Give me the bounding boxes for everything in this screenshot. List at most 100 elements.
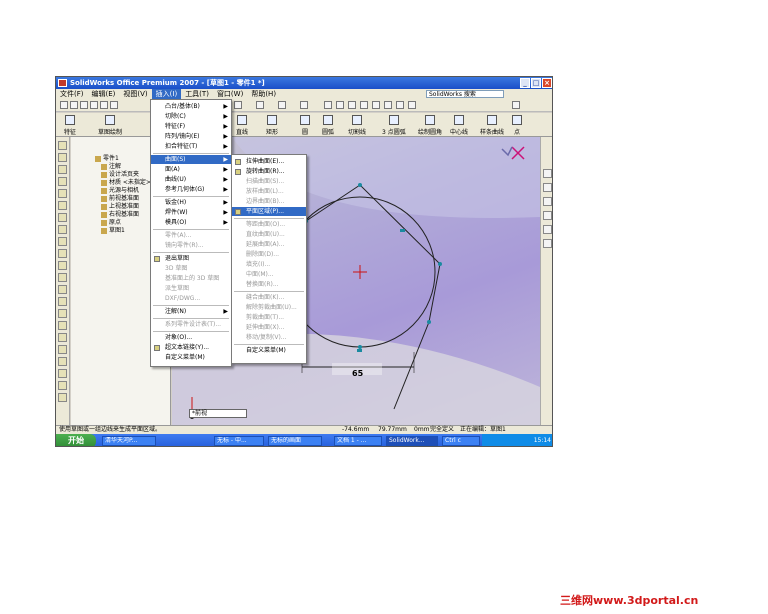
menu-item[interactable]: 平面区域(P)...	[232, 207, 306, 216]
tool-icon[interactable]	[58, 345, 67, 354]
tool-icon[interactable]	[58, 369, 67, 378]
close-button[interactable]: ×	[542, 78, 552, 88]
menu-item[interactable]: 阵列/镜向(E) ▶	[151, 132, 231, 141]
view-orientation-icon[interactable]	[300, 101, 308, 109]
menu-view[interactable]: 视图(V)	[119, 89, 151, 99]
rotate-icon[interactable]	[360, 101, 368, 109]
menu-insert[interactable]: 插入(I)	[151, 89, 182, 99]
tool-icon[interactable]	[58, 333, 67, 342]
menu-item[interactable]: 参考几何体(G) ▶	[151, 185, 231, 194]
resources-icon[interactable]	[543, 169, 552, 178]
circle-button[interactable]: 圆	[300, 115, 310, 136]
dimension-label[interactable]: 65	[352, 369, 363, 378]
tool-icon[interactable]	[58, 213, 67, 222]
undo-icon[interactable]	[100, 101, 108, 109]
taskbar-item[interactable]: 无标 - 中...	[214, 436, 264, 446]
sketch-tab[interactable]: 草图绘制	[98, 115, 122, 136]
section-icon[interactable]	[384, 101, 392, 109]
zoom-in-icon[interactable]	[348, 101, 356, 109]
view-orientation-select[interactable]: *前视	[189, 409, 247, 418]
three-point-arc-button[interactable]: 3 点圆弧	[382, 115, 406, 136]
menu-item[interactable]: 模具(O) ▶	[151, 218, 231, 227]
menu-item[interactable]: 延展曲面(A)...	[232, 240, 306, 249]
tool-icon[interactable]	[58, 141, 67, 150]
menu-item[interactable]: 对象(O)...	[151, 333, 231, 342]
menu-item[interactable]: 切除(C) ▶	[151, 112, 231, 121]
menu-item[interactable]: 扣合特征(T) ▶	[151, 142, 231, 151]
menu-item[interactable]: 3D 草图	[151, 264, 231, 273]
menu-item[interactable]: 镜向零件(R)...	[151, 241, 231, 250]
file-explorer-icon[interactable]	[543, 197, 552, 206]
menu-item[interactable]: 删除面(D)...	[232, 250, 306, 259]
point-button[interactable]: 点	[512, 115, 522, 136]
print-icon[interactable]	[90, 101, 98, 109]
menu-item[interactable]: 旋转曲面(R)...	[232, 167, 306, 176]
rebuild-icon[interactable]	[256, 101, 264, 109]
menu-window[interactable]: 窗口(W)	[213, 89, 247, 99]
redo-icon[interactable]	[110, 101, 118, 109]
minimize-button[interactable]: _	[520, 78, 530, 88]
menu-item[interactable]: 替换面(R)...	[232, 280, 306, 289]
menu-item[interactable]: 特征(F) ▶	[151, 122, 231, 131]
menu-item[interactable]: 移动/复制(V)...	[232, 333, 306, 342]
taskbar-item[interactable]: 清华天河P...	[102, 436, 156, 446]
tree-item[interactable]: 零件1	[95, 155, 119, 163]
options-icon[interactable]	[278, 101, 286, 109]
menu-item[interactable]: 基准面上的 3D 草图	[151, 274, 231, 283]
tool-icon[interactable]	[58, 177, 67, 186]
pan-icon[interactable]	[372, 101, 380, 109]
tree-item[interactable]: 材质 <未指定>	[101, 179, 151, 187]
tool-icon[interactable]	[58, 153, 67, 162]
menu-item[interactable]: 中面(M)...	[232, 270, 306, 279]
centerline-button[interactable]: 中心线	[450, 115, 468, 136]
wireframe-icon[interactable]	[408, 101, 416, 109]
tool-icon[interactable]	[58, 357, 67, 366]
rectangle-button[interactable]: 矩形	[266, 115, 278, 136]
tool-icon[interactable]	[58, 309, 67, 318]
menu-edit[interactable]: 编辑(E)	[88, 89, 120, 99]
tool-icon[interactable]	[58, 225, 67, 234]
menu-item[interactable]: 填充(I)...	[232, 260, 306, 269]
menu-item[interactable]: 超文本链接(Y)...	[151, 343, 231, 352]
menu-item[interactable]: 曲面(S) ▶	[151, 155, 231, 164]
zoom-fit-icon[interactable]	[324, 101, 332, 109]
line-button[interactable]: 直线	[236, 115, 248, 136]
menu-tools[interactable]: 工具(T)	[181, 89, 213, 99]
start-button[interactable]: 开始	[56, 434, 96, 446]
taskbar-item[interactable]: Ctrl c	[442, 436, 480, 446]
save-icon[interactable]	[80, 101, 88, 109]
menu-item[interactable]: 解除剪裁曲面(U)...	[232, 303, 306, 312]
menu-item[interactable]: 零件(A)...	[151, 231, 231, 240]
spline-button[interactable]: 样条曲线	[480, 115, 504, 136]
menu-item[interactable]: 剪裁曲面(T)...	[232, 313, 306, 322]
menu-item[interactable]: 曲线(U) ▶	[151, 175, 231, 184]
menu-item[interactable]: 缝合曲面(K)...	[232, 293, 306, 302]
tool-icon[interactable]	[58, 381, 67, 390]
new-icon[interactable]	[60, 101, 68, 109]
menu-item[interactable]: 扫描曲面(S)...	[232, 177, 306, 186]
tree-item[interactable]: 上视基准面	[101, 203, 139, 211]
tool-icon[interactable]	[58, 321, 67, 330]
menu-item[interactable]: 面(A) ▶	[151, 165, 231, 174]
tree-item[interactable]: 前视基准面	[101, 195, 139, 203]
menu-item[interactable]: 边界曲面(B)...	[232, 197, 306, 206]
tree-item[interactable]: 光源与相机	[101, 187, 139, 195]
taskbar-item[interactable]: 文档 1 - ...	[334, 436, 382, 446]
shaded-icon[interactable]	[396, 101, 404, 109]
arc-button[interactable]: 圆弧	[322, 115, 334, 136]
tree-item[interactable]: 右视基准面	[101, 211, 139, 219]
menu-item[interactable]: 拉伸曲面(E)...	[232, 157, 306, 166]
tree-item[interactable]: 原点	[101, 219, 121, 227]
feature-tab[interactable]: 特征	[64, 115, 76, 136]
tool-icon[interactable]	[58, 273, 67, 282]
tool-icon[interactable]	[58, 189, 67, 198]
tree-item[interactable]: 草图1	[101, 227, 125, 235]
tool-icon[interactable]	[58, 237, 67, 246]
menu-file[interactable]: 文件(F)	[56, 89, 88, 99]
menu-item[interactable]: 注解(N) ▶	[151, 307, 231, 316]
appearances-icon[interactable]	[543, 239, 552, 248]
menu-help[interactable]: 帮助(H)	[247, 89, 280, 99]
maximize-button[interactable]: □	[531, 78, 541, 88]
menu-item[interactable]: 焊件(W) ▶	[151, 208, 231, 217]
tool-icon[interactable]	[58, 285, 67, 294]
